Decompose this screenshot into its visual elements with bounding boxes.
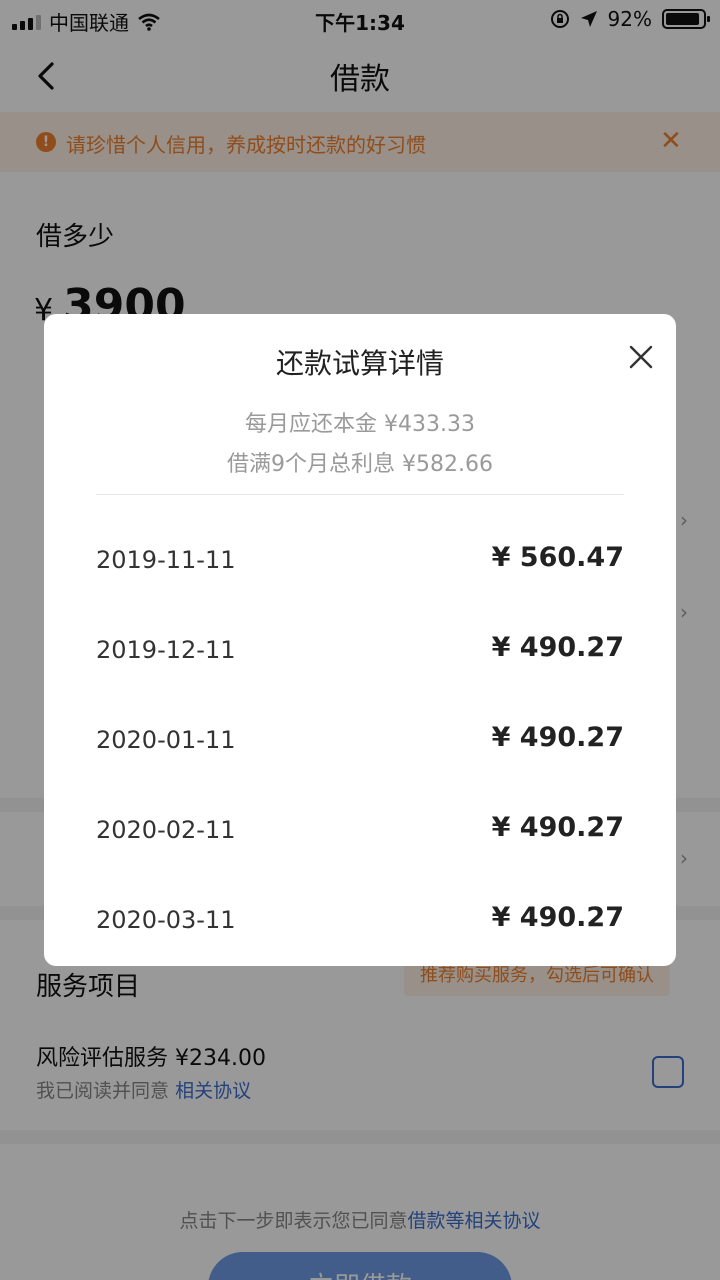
schedule-row: 2019-12-11 ¥ 490.27 [96, 630, 624, 670]
modal-close-icon[interactable] [626, 342, 656, 372]
schedule-date: 2020-02-11 [96, 816, 236, 844]
modal-title: 还款试算详情 [275, 347, 444, 380]
monthly-principal: 每月应还本金 ¥433.33 [245, 412, 475, 437]
screen: 中国联通 下午1:34 92% 借款 ! 请珍惜个人信用，养成按时还款的好习惯 … [0, 0, 720, 1280]
schedule-row: 2020-02-11 ¥ 490.27 [96, 810, 624, 850]
schedule-date: 2019-11-11 [96, 546, 236, 574]
schedule-row: 2019-11-11 ¥ 560.47 [96, 540, 624, 580]
schedule-amount: ¥ 490.27 [491, 902, 624, 933]
schedule-row: 2020-03-11 ¥ 490.27 [96, 900, 624, 940]
schedule-row: 2020-01-11 ¥ 490.27 [96, 720, 624, 760]
schedule-date: 2019-12-11 [96, 636, 236, 664]
repayment-detail-modal: 还款试算详情 每月应还本金 ¥433.33 借满9个月总利息 ¥582.66 2… [44, 314, 676, 966]
schedule-amount: ¥ 490.27 [491, 812, 624, 843]
schedule-amount: ¥ 490.27 [491, 632, 624, 663]
modal-divider [96, 494, 624, 495]
schedule-amount: ¥ 490.27 [491, 722, 624, 753]
schedule-date: 2020-03-11 [96, 906, 236, 934]
schedule-amount: ¥ 560.47 [491, 542, 624, 573]
schedule-date: 2020-01-11 [96, 726, 236, 754]
total-interest: 借满9个月总利息 ¥582.66 [227, 452, 493, 477]
